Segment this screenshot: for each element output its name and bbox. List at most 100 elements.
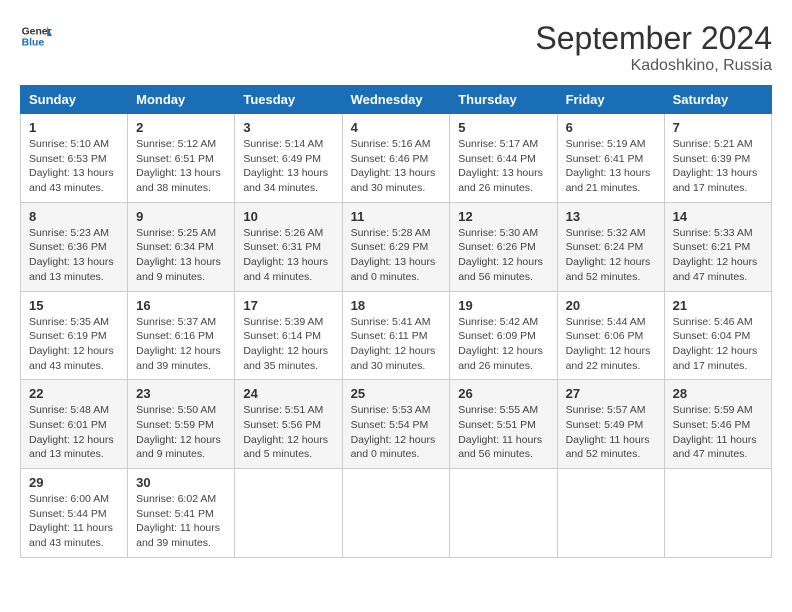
day-number: 25 [351,386,442,401]
day-number: 5 [458,120,548,135]
day-info: Sunrise: 5:59 AM Sunset: 5:46 PM Dayligh… [673,403,763,462]
calendar-row: 29 Sunrise: 6:00 AM Sunset: 5:44 PM Dayli… [21,469,772,558]
day-info: Sunrise: 5:48 AM Sunset: 6:01 PM Dayligh… [29,403,119,462]
day-number: 19 [458,298,548,313]
day-info: Sunrise: 5:23 AM Sunset: 6:36 PM Dayligh… [29,226,119,285]
day-info: Sunrise: 5:32 AM Sunset: 6:24 PM Dayligh… [566,226,656,285]
calendar-cell: 8 Sunrise: 5:23 AM Sunset: 6:36 PM Daylig… [21,202,128,291]
calendar-cell: 9 Sunrise: 5:25 AM Sunset: 6:34 PM Daylig… [128,202,235,291]
calendar-cell [450,469,557,558]
day-number: 10 [243,209,333,224]
calendar-cell: 23 Sunrise: 5:50 AM Sunset: 5:59 PM Dayli… [128,380,235,469]
day-info: Sunrise: 5:10 AM Sunset: 6:53 PM Dayligh… [29,137,119,196]
day-info: Sunrise: 5:25 AM Sunset: 6:34 PM Dayligh… [136,226,226,285]
page-header: General Blue September 2024 Kadoshkino, … [20,20,772,75]
day-info: Sunrise: 5:51 AM Sunset: 5:56 PM Dayligh… [243,403,333,462]
logo: General Blue [20,20,52,52]
day-info: Sunrise: 5:46 AM Sunset: 6:04 PM Dayligh… [673,315,763,374]
day-number: 8 [29,209,119,224]
day-number: 9 [136,209,226,224]
calendar-cell: 22 Sunrise: 5:48 AM Sunset: 6:01 PM Dayli… [21,380,128,469]
day-number: 22 [29,386,119,401]
calendar-cell: 25Sunrise: 5:53 AM Sunset: 5:54 PM Dayli… [342,380,450,469]
day-number: 23 [136,386,226,401]
main-title: September 2024 [535,20,772,57]
day-number: 17 [243,298,333,313]
day-info: Sunrise: 5:41 AM Sunset: 6:11 PM Dayligh… [351,315,442,374]
calendar-row: 8 Sunrise: 5:23 AM Sunset: 6:36 PM Daylig… [21,202,772,291]
header-sunday: Sunday [21,86,128,114]
calendar-cell: 11 Sunrise: 5:28 AM Sunset: 6:29 PM Dayli… [342,202,450,291]
day-info: Sunrise: 6:02 AM Sunset: 5:41 PM Dayligh… [136,492,226,551]
day-info: Sunrise: 5:55 AM Sunset: 5:51 PM Dayligh… [458,403,548,462]
calendar-row: 1Sunrise: 5:10 AM Sunset: 6:53 PM Daylig… [21,114,772,203]
calendar-cell: 26Sunrise: 5:55 AM Sunset: 5:51 PM Dayli… [450,380,557,469]
calendar-cell: 14Sunrise: 5:33 AM Sunset: 6:21 PM Dayli… [664,202,771,291]
header-thursday: Thursday [450,86,557,114]
calendar-cell: 1Sunrise: 5:10 AM Sunset: 6:53 PM Daylig… [21,114,128,203]
calendar-cell: 16Sunrise: 5:37 AM Sunset: 6:16 PM Dayli… [128,291,235,380]
header-friday: Friday [557,86,664,114]
day-info: Sunrise: 5:28 AM Sunset: 6:29 PM Dayligh… [351,226,442,285]
calendar-cell: 10Sunrise: 5:26 AM Sunset: 6:31 PM Dayli… [235,202,342,291]
subtitle: Kadoshkino, Russia [535,57,772,75]
day-info: Sunrise: 5:44 AM Sunset: 6:06 PM Dayligh… [566,315,656,374]
day-number: 11 [351,209,442,224]
day-info: Sunrise: 5:39 AM Sunset: 6:14 PM Dayligh… [243,315,333,374]
calendar-cell: 15Sunrise: 5:35 AM Sunset: 6:19 PM Dayli… [21,291,128,380]
calendar-cell [235,469,342,558]
calendar-cell: 6 Sunrise: 5:19 AM Sunset: 6:41 PM Daylig… [557,114,664,203]
calendar-cell: 7 Sunrise: 5:21 AM Sunset: 6:39 PM Daylig… [664,114,771,203]
calendar-cell: 28 Sunrise: 5:59 AM Sunset: 5:46 PM Dayli… [664,380,771,469]
calendar-cell: 3 Sunrise: 5:14 AM Sunset: 6:49 PM Daylig… [235,114,342,203]
day-info: Sunrise: 5:21 AM Sunset: 6:39 PM Dayligh… [673,137,763,196]
day-number: 7 [673,120,763,135]
day-number: 21 [673,298,763,313]
day-info: Sunrise: 5:30 AM Sunset: 6:26 PM Dayligh… [458,226,548,285]
weekday-header-row: Sunday Monday Tuesday Wednesday Thursday… [21,86,772,114]
calendar-cell: 13 Sunrise: 5:32 AM Sunset: 6:24 PM Dayli… [557,202,664,291]
day-number: 29 [29,475,119,490]
day-number: 12 [458,209,548,224]
header-wednesday: Wednesday [342,86,450,114]
day-info: Sunrise: 5:50 AM Sunset: 5:59 PM Dayligh… [136,403,226,462]
logo-icon: General Blue [20,20,52,52]
calendar-cell: 21 Sunrise: 5:46 AM Sunset: 6:04 PM Dayli… [664,291,771,380]
day-info: Sunrise: 5:17 AM Sunset: 6:44 PM Dayligh… [458,137,548,196]
calendar-cell: 20 Sunrise: 5:44 AM Sunset: 6:06 PM Dayli… [557,291,664,380]
day-number: 13 [566,209,656,224]
header-monday: Monday [128,86,235,114]
header-saturday: Saturday [664,86,771,114]
day-number: 16 [136,298,226,313]
calendar-row: 15Sunrise: 5:35 AM Sunset: 6:19 PM Dayli… [21,291,772,380]
calendar-cell: 18 Sunrise: 5:41 AM Sunset: 6:11 PM Dayli… [342,291,450,380]
day-number: 30 [136,475,226,490]
title-block: September 2024 Kadoshkino, Russia [535,20,772,75]
day-info: Sunrise: 5:19 AM Sunset: 6:41 PM Dayligh… [566,137,656,196]
day-number: 3 [243,120,333,135]
calendar-cell: 5 Sunrise: 5:17 AM Sunset: 6:44 PM Daylig… [450,114,557,203]
svg-text:Blue: Blue [22,38,45,49]
calendar-cell [342,469,450,558]
calendar-cell [557,469,664,558]
calendar-cell [664,469,771,558]
day-info: Sunrise: 5:16 AM Sunset: 6:46 PM Dayligh… [351,137,442,196]
day-info: Sunrise: 5:33 AM Sunset: 6:21 PM Dayligh… [673,226,763,285]
day-info: Sunrise: 5:14 AM Sunset: 6:49 PM Dayligh… [243,137,333,196]
calendar-cell: 12 Sunrise: 5:30 AM Sunset: 6:26 PM Dayli… [450,202,557,291]
day-number: 15 [29,298,119,313]
day-number: 4 [351,120,442,135]
calendar-cell: 24 Sunrise: 5:51 AM Sunset: 5:56 PM Dayli… [235,380,342,469]
day-info: Sunrise: 6:00 AM Sunset: 5:44 PM Dayligh… [29,492,119,551]
day-number: 28 [673,386,763,401]
day-number: 20 [566,298,656,313]
day-number: 24 [243,386,333,401]
day-number: 2 [136,120,226,135]
calendar-cell: 2Sunrise: 5:12 AM Sunset: 6:51 PM Daylig… [128,114,235,203]
day-number: 6 [566,120,656,135]
calendar-cell: 4 Sunrise: 5:16 AM Sunset: 6:46 PM Daylig… [342,114,450,203]
calendar-cell: 30 Sunrise: 6:02 AM Sunset: 5:41 PM Dayli… [128,469,235,558]
day-number: 27 [566,386,656,401]
calendar-cell: 29 Sunrise: 6:00 AM Sunset: 5:44 PM Dayli… [21,469,128,558]
day-number: 18 [351,298,442,313]
